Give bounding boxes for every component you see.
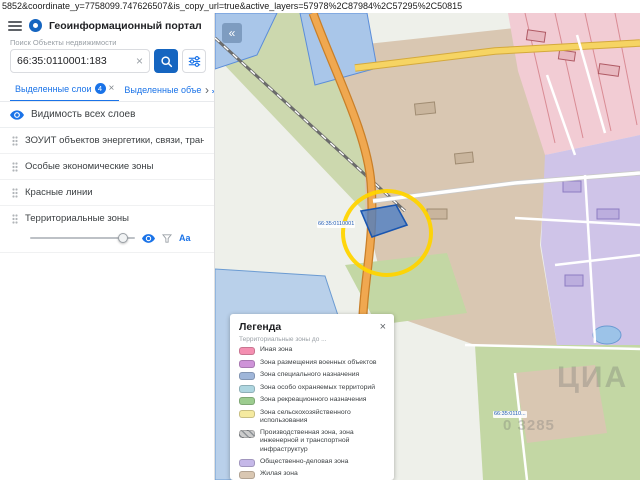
tab-close-icon[interactable]: × xyxy=(109,83,115,94)
legend-swatch xyxy=(239,372,255,380)
legend-item-label: Зона сельскохозяйственного использования xyxy=(260,408,351,424)
legend-title: Легенда xyxy=(239,321,282,333)
watermark-text: ЦИА xyxy=(557,361,629,394)
legend-swatch xyxy=(239,471,255,480)
tab-label: Выделенные объекты xyxy=(124,84,214,95)
collapse-sidebar-button[interactable]: « xyxy=(222,23,242,43)
url-fragment-text: 5852&coordinate_y=7758099.747626507&is_c… xyxy=(0,0,640,13)
sidebar: Геоинформационный портал Поиск Объекты н… xyxy=(0,13,215,480)
legend-item-label: Зона особо охраняемых территорий xyxy=(260,383,375,391)
tab-count-badge: 4 xyxy=(94,83,106,94)
search-label: Поиск Объекты недвижимости xyxy=(10,38,117,47)
legend-swatch xyxy=(239,429,255,438)
legend-subtitle: Территориальные зоны до ... xyxy=(239,336,327,343)
watermark-text: 0 3285 xyxy=(503,417,555,434)
legend-item-label: Зона рекреационного назначения xyxy=(260,396,367,403)
legend-swatch xyxy=(239,409,255,418)
territorial-zones-controls: Aa xyxy=(0,231,214,253)
legend-item: Иная зона xyxy=(239,346,386,355)
layer-item-zouit[interactable]: ЗОУИТ объектов энергетики, связи, трансп… xyxy=(0,128,214,154)
map-canvas[interactable]: « 66:35:0110001 66:35:0110... ЦИА 0 3285… xyxy=(215,13,640,480)
legend-item-label: Общественно-деловая зона xyxy=(260,457,349,465)
legend-item: Производственная зона, зона инженерной и… xyxy=(239,429,386,454)
legend-close-icon[interactable]: × xyxy=(380,321,386,333)
legend-swatch xyxy=(239,397,255,405)
cadastral-map-label: 66:35:0110... xyxy=(493,411,527,418)
eye-icon xyxy=(10,109,24,120)
drag-handle-icon[interactable] xyxy=(12,135,18,146)
filter-icon[interactable] xyxy=(162,233,172,243)
legend-item: Общественно-деловая зона xyxy=(239,458,386,467)
layer-label: Территориальные зоны xyxy=(25,213,129,224)
tab-selected-layers[interactable]: Выделенные слои 4 × xyxy=(10,78,120,101)
legend-item: Зона размещения военных объектов xyxy=(239,359,386,368)
legend-item-label: Производственная зона, зона инженерной и… xyxy=(260,428,354,453)
tab-selected-objects[interactable]: Выделенные объекты × xyxy=(119,78,214,101)
clear-search-icon[interactable]: × xyxy=(134,55,145,67)
layer-item-red-lines[interactable]: Красные линии xyxy=(0,180,214,206)
drag-handle-icon[interactable] xyxy=(12,213,18,224)
legend-swatch xyxy=(239,347,255,355)
search-input[interactable] xyxy=(17,55,134,67)
visibility-all-label: Видимость всех слоев xyxy=(31,109,136,120)
sidebar-header: Геоинформационный портал xyxy=(0,13,214,36)
search-box: × xyxy=(10,49,150,73)
legend-swatch xyxy=(239,458,255,467)
tabs-scroll-right-icon[interactable]: › xyxy=(202,78,212,101)
tune-icon xyxy=(188,55,200,67)
legend-item: Зона особо охраняемых территорий xyxy=(239,384,386,393)
layer-item-territorial-zones[interactable]: Территориальные зоны xyxy=(0,206,214,231)
labels-toggle-button[interactable]: Aa xyxy=(179,233,191,243)
legend-item: Зона специального назначения xyxy=(239,371,386,380)
menu-icon[interactable] xyxy=(8,20,22,31)
legend-item: Зона рекреационного назначения xyxy=(239,396,386,405)
legend-swatch xyxy=(239,359,255,368)
legend-panel: Легенда × Территориальные зоны до ... Ин… xyxy=(230,314,394,480)
search-settings-button[interactable] xyxy=(182,49,206,73)
portal-logo-icon xyxy=(29,19,42,32)
legend-item-label: Зона размещения военных объектов xyxy=(260,358,377,366)
sidebar-tabs: Выделенные слои 4 × Выделенные объекты ×… xyxy=(0,78,214,102)
legend-swatch xyxy=(239,384,255,393)
layer-visibility-eye-icon[interactable] xyxy=(142,233,155,243)
legend-item-label: Жилая зона xyxy=(260,470,298,478)
legend-item-label: Зона специального назначения xyxy=(260,371,360,378)
drag-handle-icon[interactable] xyxy=(12,187,18,198)
opacity-slider[interactable] xyxy=(30,233,135,243)
legend-item: Зона сельскохозяйственного использования xyxy=(239,409,386,426)
tab-label: Выделенные слои xyxy=(15,83,92,94)
gis-portal-app: 5852&coordinate_y=7758099.747626507&is_c… xyxy=(0,0,640,480)
legend-item-label: Иная зона xyxy=(260,346,293,353)
legend-item: Жилая зона xyxy=(239,470,386,480)
search-icon xyxy=(160,55,172,67)
layer-item-economic-zones[interactable]: Особые экономические зоны xyxy=(0,154,214,180)
search-row: × xyxy=(0,48,214,78)
layer-label: Красные линии xyxy=(25,187,93,198)
slider-handle[interactable] xyxy=(118,233,128,243)
page-title: Геоинформационный портал xyxy=(49,19,202,32)
layer-label: ЗОУИТ объектов энергетики, связи, трансп… xyxy=(25,135,204,146)
layer-label: Особые экономические зоны xyxy=(25,161,154,172)
visibility-all-layers[interactable]: Видимость всех слоев xyxy=(0,102,214,128)
cadastral-map-label: 66:35:0110001 xyxy=(317,221,356,228)
drag-handle-icon[interactable] xyxy=(12,161,18,172)
search-button[interactable] xyxy=(154,49,178,73)
